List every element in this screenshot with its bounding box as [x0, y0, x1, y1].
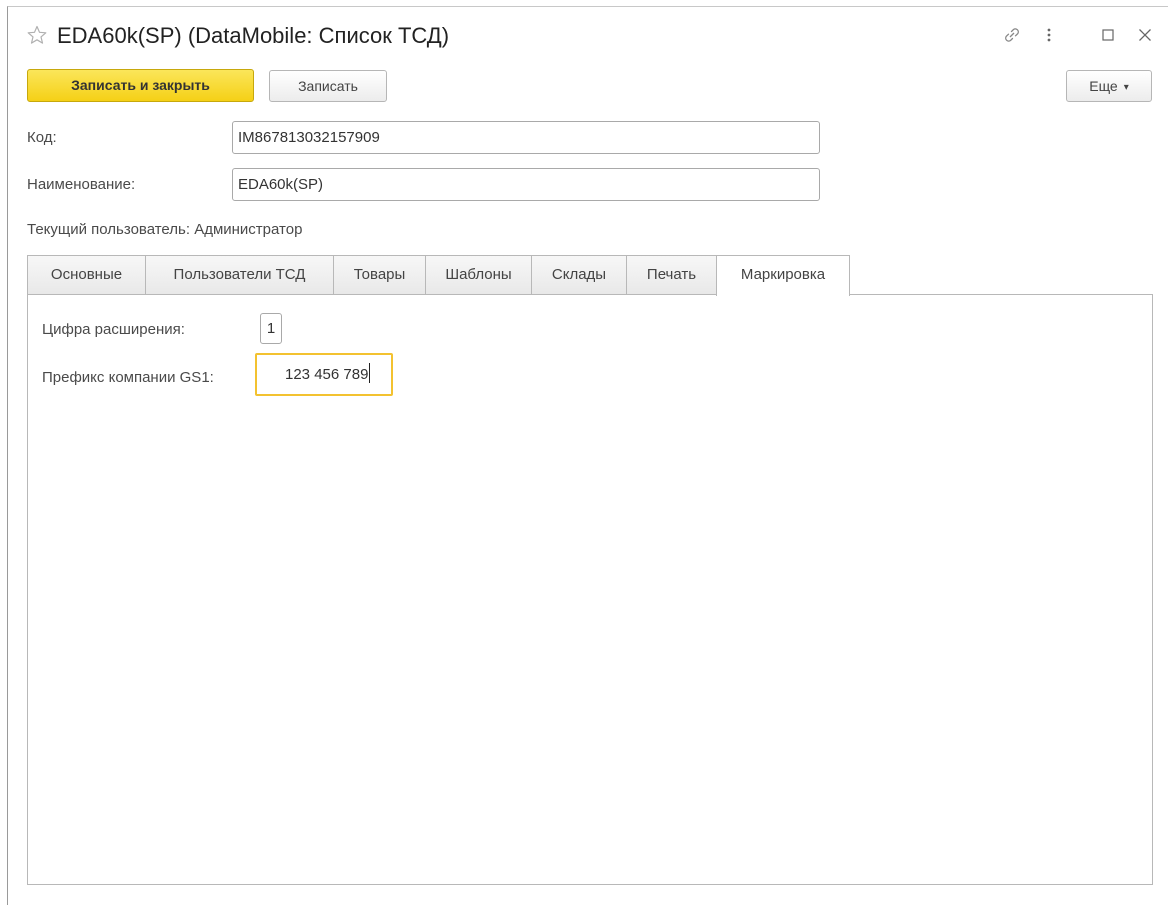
text-cursor — [369, 363, 371, 384]
gs1-prefix-field[interactable]: 123 456 789 — [255, 353, 393, 396]
gs1-prefix-value: 123 456 789 — [285, 366, 369, 383]
tab-terminal-users[interactable]: Пользователи ТСД — [145, 255, 334, 295]
tab-main[interactable]: Основные — [27, 255, 146, 295]
marking-tab-panel: Цифра расширения: 1 Префикс компании GS1… — [27, 294, 1153, 885]
save-button[interactable]: Записать — [269, 70, 387, 102]
name-field[interactable]: EDA60k(SP) — [232, 168, 820, 201]
current-user-value: Администратор — [194, 221, 303, 238]
star-icon[interactable] — [27, 25, 47, 45]
tab-print[interactable]: Печать — [626, 255, 717, 295]
save-and-close-button[interactable]: Записать и закрыть — [27, 69, 254, 102]
tab-goods[interactable]: Товары — [333, 255, 426, 295]
code-label: Код: — [27, 129, 57, 146]
tab-warehouses[interactable]: Склады — [531, 255, 627, 295]
current-user-line: Текущий пользователь: Администратор — [27, 221, 302, 238]
chevron-down-icon: ▾ — [1123, 82, 1129, 93]
extension-digit-label: Цифра расширения: — [42, 321, 185, 338]
code-field[interactable]: IM867813032157909 — [232, 121, 820, 154]
maximize-icon[interactable] — [1097, 24, 1119, 46]
name-label: Наименование: — [27, 176, 136, 193]
close-icon[interactable] — [1134, 24, 1156, 46]
more-button[interactable]: Еще ▾ — [1066, 70, 1152, 102]
gs1-prefix-label: Префикс компании GS1: — [42, 369, 214, 386]
current-user-label: Текущий пользователь: — [27, 221, 191, 238]
tab-templates[interactable]: Шаблоны — [425, 255, 532, 295]
more-vertical-icon[interactable] — [1038, 24, 1060, 46]
link-icon[interactable] — [1001, 24, 1023, 46]
more-button-label: Еще — [1089, 78, 1118, 94]
tab-marking[interactable]: Маркировка — [716, 255, 850, 296]
extension-digit-field[interactable]: 1 — [260, 313, 282, 344]
form-window: EDA60k(SP) (DataMobile: Список ТСД) Запи… — [7, 6, 1168, 905]
page-title: EDA60k(SP) (DataMobile: Список ТСД) — [57, 23, 450, 48]
